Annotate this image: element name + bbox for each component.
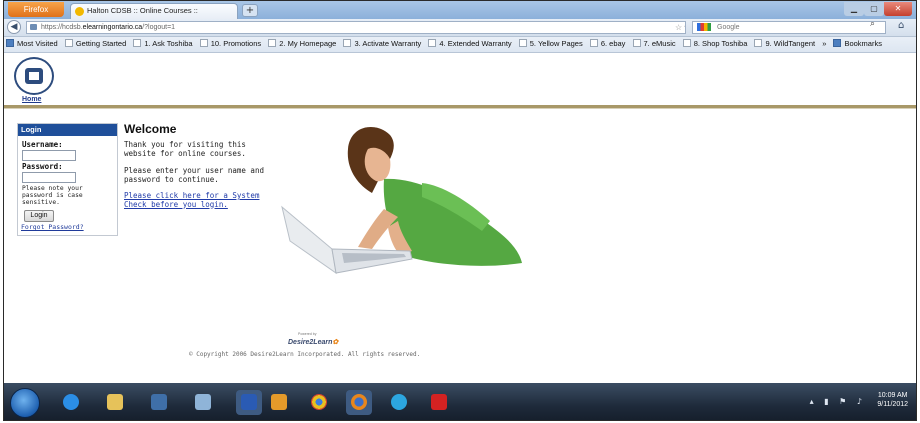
lock-icon	[30, 24, 37, 30]
bookmark-ask-toshiba[interactable]: 1. Ask Toshiba	[131, 37, 195, 51]
bookmark-icon	[6, 39, 14, 47]
web-page: Home Login Username: Password: Please no…	[4, 53, 916, 383]
tab-favicon-icon	[75, 7, 84, 16]
instructions-text: Please enter your user name and password…	[124, 166, 264, 184]
acrobat-icon[interactable]	[426, 390, 452, 415]
bookmark-star-icon[interactable]: ☆ ▾ ↻	[675, 22, 685, 33]
page-icon	[428, 39, 437, 47]
new-tab-button[interactable]: +	[242, 4, 258, 17]
media-player-icon[interactable]	[146, 390, 172, 415]
header-divider-shadow	[4, 108, 916, 109]
intro-text: Thank you for visiting this website for …	[124, 140, 246, 158]
minimize-button[interactable]: ▁	[844, 2, 864, 16]
start-button[interactable]	[10, 388, 40, 418]
page-icon	[268, 39, 277, 47]
browser-titlebar: Firefox Halton CDSB :: Online Courses ::…	[4, 1, 916, 19]
student-laptop-photo	[281, 126, 522, 275]
page-icon	[632, 39, 641, 47]
bookmark-my-homepage[interactable]: 2. My Homepage	[266, 37, 339, 51]
school-board-logo[interactable]	[14, 57, 54, 95]
username-field[interactable]	[22, 150, 76, 161]
bookmark-getting-started[interactable]: Getting Started	[63, 37, 129, 51]
url-suffix: /?logout=1	[142, 24, 176, 31]
login-heading: Login	[18, 124, 117, 136]
page-icon	[343, 39, 352, 47]
maximize-button[interactable]: ▢	[864, 2, 884, 16]
forgot-password-link[interactable]: Forgot Password?	[21, 223, 84, 231]
browser-tab[interactable]: Halton CDSB :: Online Courses ::	[70, 3, 238, 19]
bookmarks-icon	[833, 39, 842, 47]
bookmark-yellow-pages[interactable]: 5. Yellow Pages	[517, 37, 586, 51]
system-tray-icons[interactable]: ▴ ▮ ⚑ ♪	[810, 397, 866, 406]
windows-taskbar: ▴ ▮ ⚑ ♪ 10:09 AM 9/11/2012	[4, 383, 916, 420]
bookmark-wildtangent[interactable]: 9. WildTangent	[752, 37, 818, 51]
tab-title: Halton CDSB :: Online Courses ::	[87, 6, 198, 15]
firefox-menu-button[interactable]: Firefox	[8, 2, 64, 17]
google-icon	[697, 23, 711, 31]
bookmark-promotions[interactable]: 10. Promotions	[198, 37, 264, 51]
desire2learn-logo[interactable]: Powered by Desire2Learn✿	[288, 332, 339, 346]
search-placeholder: Google	[717, 24, 740, 31]
system-check-link[interactable]: Please click here for a System Check bef…	[124, 191, 274, 209]
search-input[interactable]: Google	[692, 21, 886, 34]
bookmark-shop-toshiba[interactable]: 8. Shop Toshiba	[681, 37, 751, 51]
page-title: Welcome	[124, 122, 177, 136]
bookmark-activate-warranty[interactable]: 3. Activate Warranty	[341, 37, 424, 51]
password-label: Password:	[22, 162, 63, 171]
login-panel: Login Username: Password: Please note yo…	[17, 123, 118, 236]
search-icon[interactable]: ⌕	[870, 19, 875, 29]
copyright-text: © Copyright 2006 Desire2Learn Incorporat…	[189, 351, 421, 358]
notes-app-icon[interactable]	[190, 390, 216, 415]
username-label: Username:	[22, 140, 63, 149]
d2l-flower-icon: ✿	[332, 339, 339, 346]
internet-explorer-icon[interactable]	[58, 390, 84, 415]
url-domain: elearningontario.ca	[82, 24, 143, 31]
address-bar[interactable]: https://hcdsb.elearningontario.ca/?logou…	[26, 21, 686, 34]
clock[interactable]: 10:09 AM 9/11/2012	[877, 391, 908, 409]
skype-icon[interactable]	[386, 390, 412, 415]
page-icon	[518, 39, 527, 47]
bookmark-extended-warranty[interactable]: 4. Extended Warranty	[426, 37, 514, 51]
d2l-brand-text: Desire2Learn	[288, 339, 333, 346]
page-icon	[133, 39, 142, 47]
login-button[interactable]: Login	[24, 210, 54, 222]
page-icon	[64, 39, 73, 47]
home-icon[interactable]: ⌂	[898, 20, 904, 31]
file-explorer-icon[interactable]	[102, 390, 128, 415]
bookmark-ebay[interactable]: 6. ebay	[588, 37, 629, 51]
outlook-icon[interactable]	[266, 390, 292, 415]
powered-by-label: Powered by	[298, 332, 317, 336]
home-link[interactable]: Home	[22, 96, 41, 103]
word-icon[interactable]	[236, 390, 262, 415]
bookmark-most-visited[interactable]: Most Visited	[4, 37, 61, 51]
bookmarks-bar: Most Visited Getting Started 1. Ask Tosh…	[4, 37, 916, 53]
clock-date: 9/11/2012	[877, 401, 908, 408]
back-button[interactable]: ◀	[7, 20, 21, 34]
screen: Firefox Halton CDSB :: Online Courses ::…	[3, 0, 917, 421]
page-icon	[199, 39, 208, 47]
page-icon	[589, 39, 598, 47]
close-window-button[interactable]: ✕	[884, 2, 912, 16]
bookmarks-overflow-button[interactable]: »	[820, 37, 829, 51]
page-icon	[754, 39, 763, 47]
password-field[interactable]	[22, 172, 76, 183]
chrome-icon[interactable]	[306, 390, 332, 415]
url-prefix: https://hcdsb.	[41, 24, 83, 31]
bookmarks-menu-button[interactable]: Bookmarks	[831, 37, 885, 51]
bookmark-emusic[interactable]: 7. eMusic	[631, 37, 679, 51]
navigation-bar: ◀ https://hcdsb.elearningontario.ca/?log…	[4, 19, 916, 37]
page-icon	[682, 39, 691, 47]
firefox-taskbar-icon[interactable]	[346, 390, 372, 415]
clock-time: 10:09 AM	[877, 392, 908, 399]
case-sensitive-note: Please note your password is case sensit…	[22, 185, 83, 206]
